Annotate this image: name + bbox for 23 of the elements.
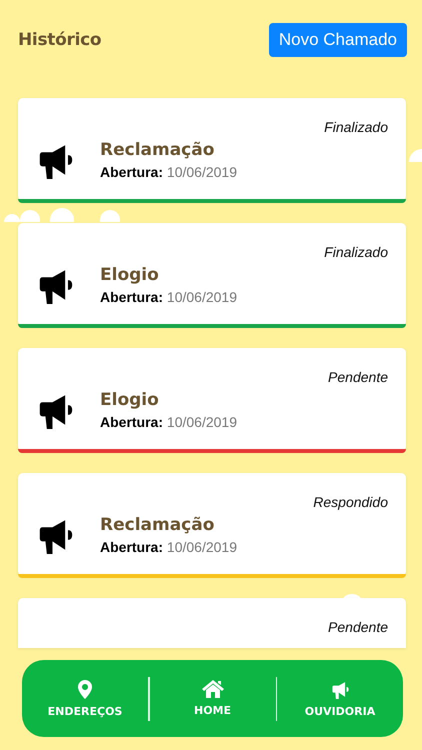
- ticket-card[interactable]: Finalizado Elogio Abertura: 10/06/2019: [18, 223, 406, 326]
- map-pin-icon: [78, 680, 92, 698]
- opening-date: Abertura: 10/06/2019: [100, 164, 237, 180]
- ticket-card[interactable]: Pendente: [18, 598, 406, 648]
- ticket-type: Reclamação: [100, 140, 216, 160]
- status-label: Finalizado: [324, 244, 388, 260]
- ticket-card[interactable]: Finalizado Reclamação Abertura: 10/06/2019: [18, 98, 406, 201]
- home-icon: [202, 680, 224, 698]
- opening-date: Abertura: 10/06/2019: [100, 538, 237, 554]
- ticket-card[interactable]: Respondido Reclamação Abertura: 10/06/2019: [18, 473, 406, 576]
- ticket-type: Elogio: [100, 264, 160, 284]
- status-label: Pendente: [328, 369, 388, 385]
- ticket-type: Reclamação: [100, 514, 216, 534]
- status-label: Finalizado: [324, 119, 388, 135]
- page-title: Histórico: [18, 30, 102, 50]
- status-label: Respondido: [313, 494, 388, 510]
- new-ticket-button[interactable]: Novo Chamado: [268, 23, 407, 57]
- megaphone-icon: [330, 680, 350, 698]
- opening-date: Abertura: 10/06/2019: [100, 288, 237, 304]
- ticket-type: Elogio: [100, 390, 160, 410]
- status-label: Pendente: [328, 619, 388, 635]
- opening-date: Abertura: 10/06/2019: [100, 414, 237, 430]
- ticket-card[interactable]: Pendente Elogio Abertura: 10/06/2019: [18, 348, 406, 451]
